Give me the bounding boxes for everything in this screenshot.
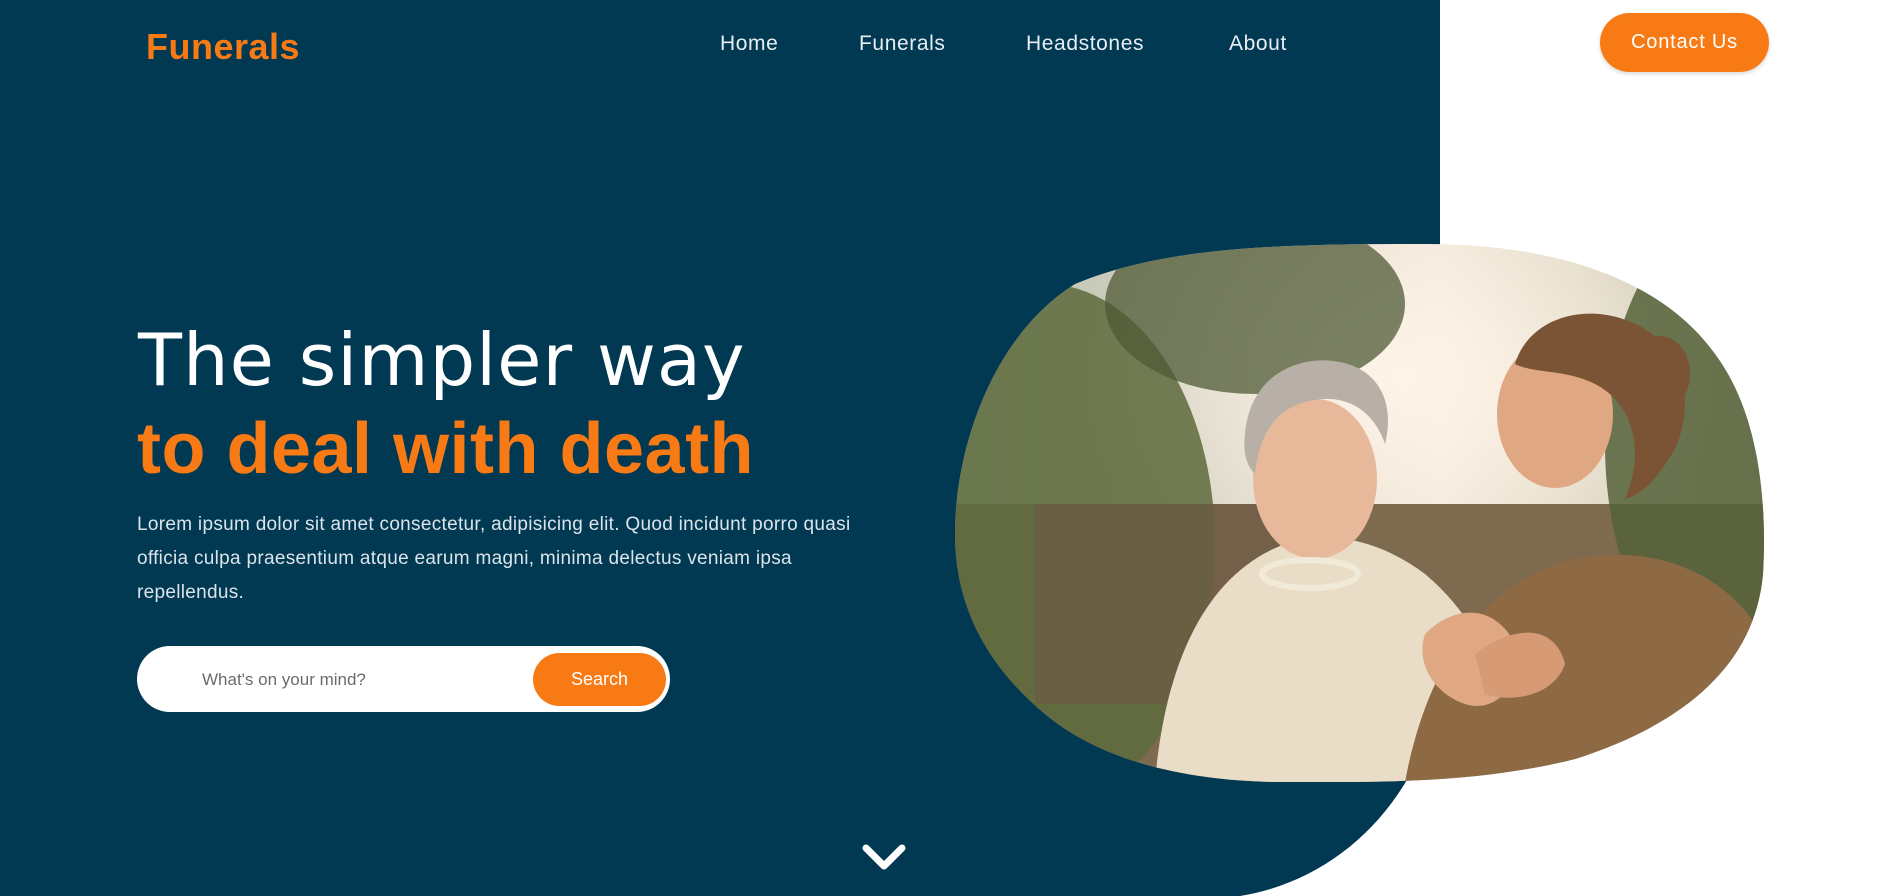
hero-photo: [955, 244, 1764, 782]
chevron-down-icon[interactable]: [860, 840, 908, 874]
search-bar: Search: [137, 646, 670, 712]
hero-title-line-1: The simpler way: [138, 318, 746, 402]
site-logo[interactable]: Funerals: [146, 26, 300, 68]
nav-item-funerals[interactable]: Funerals: [859, 32, 946, 56]
search-button[interactable]: Search: [533, 653, 666, 706]
hero-description: Lorem ipsum dolor sit amet consectetur, …: [137, 514, 851, 603]
contact-us-button[interactable]: Contact Us: [1600, 13, 1769, 72]
nav-item-home[interactable]: Home: [720, 32, 778, 56]
nav-item-headstones[interactable]: Headstones: [1026, 32, 1144, 56]
search-input[interactable]: [200, 664, 534, 696]
hero-title-line-2: to deal with death: [137, 409, 755, 489]
nav-item-about[interactable]: About: [1229, 32, 1287, 56]
